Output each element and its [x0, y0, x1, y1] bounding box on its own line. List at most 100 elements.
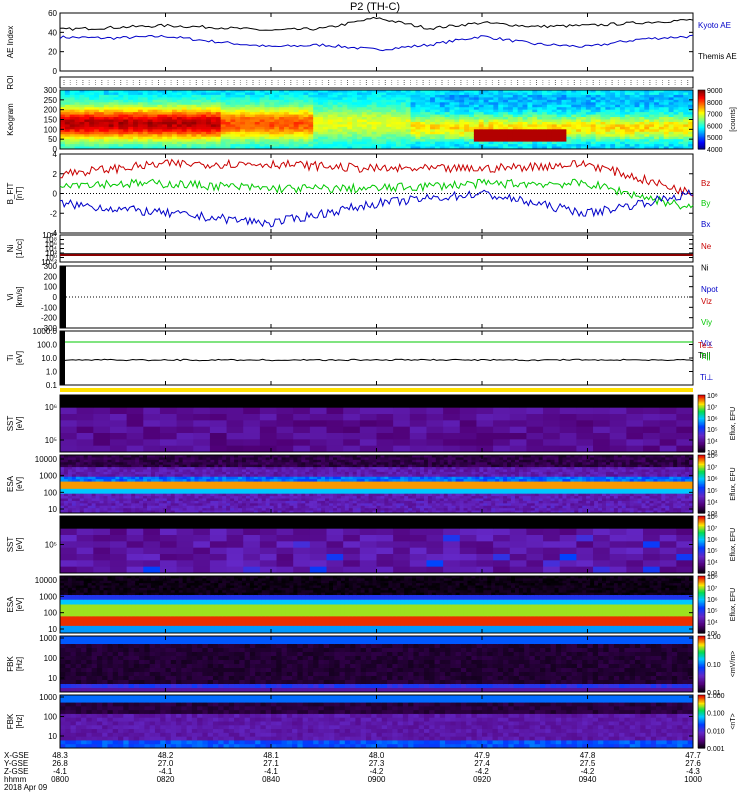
- sst-i-cell: [526, 395, 543, 402]
- vi-ytick-label: -100: [41, 303, 58, 312]
- sst-i-cell: [460, 439, 477, 446]
- sst-i-cell: [426, 439, 443, 446]
- sst-i-cell: [593, 439, 610, 446]
- sst-i-cell: [160, 427, 177, 434]
- sst-i-cell: [426, 408, 443, 415]
- sst-i-cell: [543, 414, 560, 421]
- keogram-ytick-label: 300: [44, 86, 58, 95]
- sst-i-cell: [327, 420, 344, 427]
- sst-i-cell: [60, 446, 77, 453]
- bfit-ytick-label: 4: [53, 150, 58, 159]
- sst-i-cell: [310, 395, 327, 402]
- sst-i-cell: [60, 395, 77, 402]
- sst-i-cell: [426, 427, 443, 434]
- roi-ylabel: ROI: [6, 75, 15, 89]
- keogram-colorbar-label: 8000: [707, 100, 723, 107]
- sst-i-cell: [243, 420, 260, 427]
- sst-i-cell: [360, 408, 377, 415]
- sst-i-cell: [243, 414, 260, 421]
- ti-yunit: [eV]: [15, 351, 24, 365]
- sst-i-cell: [610, 446, 627, 453]
- vi-legend-viy: Viy: [701, 318, 712, 327]
- sst-i-cell: [277, 420, 294, 427]
- sst-i-cell: [493, 401, 510, 408]
- sst-i-ytick-label: 10⁵: [45, 436, 57, 445]
- sst-i-cell: [360, 439, 377, 446]
- sst-i-cell: [60, 427, 77, 434]
- sst-i-cell: [476, 408, 493, 415]
- sst-i-cell: [177, 395, 194, 402]
- sst-i-cell: [560, 395, 577, 402]
- sst-i-cell: [360, 401, 377, 408]
- keogram-ytick-label: 200: [44, 106, 58, 115]
- sst-i-cell: [610, 427, 627, 434]
- sst-i-cell: [426, 420, 443, 427]
- sst-i-cell: [243, 401, 260, 408]
- sst-i-cell: [343, 408, 360, 415]
- sst-i-cell: [110, 414, 127, 421]
- sst-i-cell: [410, 395, 427, 402]
- ti-ytick-label: 10.0: [41, 354, 57, 363]
- sst-i-cell: [177, 446, 194, 453]
- sst-i-cell: [143, 401, 160, 408]
- sst-i-cell: [293, 408, 310, 415]
- vi-yunit: [km/s]: [15, 286, 24, 307]
- sst-i-cell: [210, 433, 227, 440]
- sst-i-cell: [293, 401, 310, 408]
- sst-i-cell: [193, 420, 210, 427]
- sst-i-cell: [476, 420, 493, 427]
- sst-i-cell: [277, 401, 294, 408]
- sst-i-cell: [277, 433, 294, 440]
- sst-i-cell: [576, 446, 593, 453]
- ti-legend-ti-par: Ti||: [700, 352, 711, 361]
- sst-i-cell: [560, 433, 577, 440]
- sst-i-cell: [410, 433, 427, 440]
- sst-i-cell: [393, 414, 410, 421]
- sst-i-cell: [127, 395, 144, 402]
- sst-i-cell: [143, 408, 160, 415]
- sst-i-cell: [260, 401, 277, 408]
- sst-i-cell: [293, 395, 310, 402]
- sst-i-cell: [410, 427, 427, 434]
- sst-i-cell: [110, 446, 127, 453]
- sst-i-cell: [643, 433, 660, 440]
- sst-i-cell: [560, 401, 577, 408]
- sst-i-cell: [593, 395, 610, 402]
- sst-i-cell: [510, 414, 527, 421]
- sst-i-colorbar-label: 10⁵: [707, 427, 718, 434]
- sst-i-cell: [227, 439, 244, 446]
- sst-i-cell: [243, 395, 260, 402]
- sst-i-cell: [243, 446, 260, 453]
- sst-i-cell: [110, 401, 127, 408]
- vi-panel: [60, 266, 693, 328]
- keogram-colorbar-unit: [counts]: [730, 107, 737, 132]
- sst-i-cell: [643, 446, 660, 453]
- ti-ytick-label: 100.0: [37, 341, 58, 350]
- sst-i-cell: [443, 427, 460, 434]
- sst-i-cell: [377, 395, 394, 402]
- sst-i-cell: [493, 395, 510, 402]
- bfit-legend-bx: Bx: [701, 220, 710, 229]
- yellow-strip: [60, 388, 693, 392]
- keogram-ylabel: Keogram: [6, 103, 15, 136]
- sst-i-cell: [210, 420, 227, 427]
- sst-i-cell: [277, 414, 294, 421]
- sst-i-cell: [476, 401, 493, 408]
- sst-i-cell: [543, 408, 560, 415]
- ae-ytick-label: 0: [53, 67, 58, 76]
- bfit-series-line: [60, 190, 693, 227]
- sst-i-cell: [177, 401, 194, 408]
- sst-i-cell: [593, 433, 610, 440]
- sst-i-cell: [310, 433, 327, 440]
- sst-i-cell: [410, 414, 427, 421]
- sst-i-cell: [443, 395, 460, 402]
- sst-i-cell: [593, 414, 610, 421]
- sst-i-cell: [143, 395, 160, 402]
- sst-i-cell: [310, 439, 327, 446]
- sst-i-cell: [293, 420, 310, 427]
- sst-i-cell: [660, 446, 677, 453]
- sst-i-cell: [310, 401, 327, 408]
- sst-i-cell: [260, 433, 277, 440]
- sst-i-cell: [610, 408, 627, 415]
- sst-i-cell: [560, 446, 577, 453]
